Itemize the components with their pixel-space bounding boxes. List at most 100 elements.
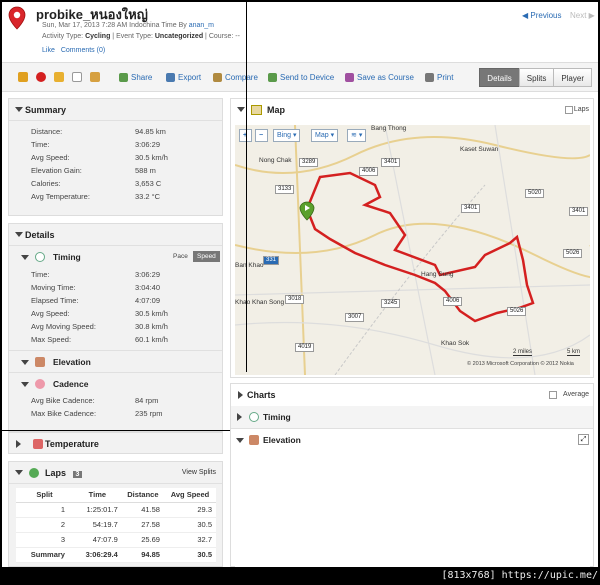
map-pin-icon bbox=[8, 6, 26, 30]
laps-checkbox[interactable] bbox=[565, 106, 573, 114]
average-checkbox[interactable] bbox=[549, 391, 557, 399]
summary-row: Avg Speed: 30.5 km/h bbox=[31, 153, 168, 162]
zoom-out-button[interactable]: − bbox=[255, 129, 268, 142]
expand-chart-icon[interactable]: ⤢ bbox=[578, 434, 589, 445]
toolbar: Share Export Compare Send to Device Save… bbox=[2, 62, 598, 92]
view-splits-link[interactable]: View Splits bbox=[182, 462, 216, 484]
route-map[interactable]: + − Bing ▾ Map ▾ ≋ ▾ Nong Chak Kaset Suw… bbox=[235, 125, 590, 375]
temperature-panel: Temperature bbox=[8, 432, 223, 454]
compare-icon bbox=[213, 73, 222, 82]
social-links: Like Comments (0) bbox=[42, 47, 111, 54]
activity-type-value[interactable]: Cycling bbox=[85, 33, 110, 40]
export-button[interactable]: Export bbox=[166, 73, 201, 82]
scale-miles: 2 miles bbox=[513, 349, 533, 356]
timing-row: Elapsed Time: 4:07:09 bbox=[31, 296, 161, 305]
collapse-icon bbox=[21, 255, 29, 260]
laps-icon bbox=[29, 468, 39, 478]
view-tabs: Details Splits Player bbox=[479, 68, 592, 87]
expand-icon bbox=[16, 440, 21, 448]
expand-icon bbox=[238, 391, 243, 399]
timing-subheader[interactable]: Timing Pace Speed bbox=[9, 246, 222, 268]
previous-link[interactable]: ◀ Previous bbox=[522, 11, 562, 20]
start-marker-icon[interactable] bbox=[299, 201, 315, 221]
map-icon bbox=[251, 105, 262, 115]
elevation-subheader[interactable]: Elevation bbox=[9, 350, 222, 372]
author-link[interactable]: anan_m bbox=[189, 22, 214, 29]
next-link[interactable]: Next ▶ bbox=[570, 11, 595, 20]
send-to-device-button[interactable]: Send to Device bbox=[268, 73, 334, 82]
summary-header[interactable]: Summary bbox=[9, 99, 222, 121]
map-copyright: © 2013 Microsoft Corporation © 2012 Noki… bbox=[467, 361, 574, 367]
edit-icon[interactable] bbox=[18, 72, 28, 82]
tab-details[interactable]: Details bbox=[479, 68, 520, 87]
clock-icon bbox=[35, 252, 45, 262]
lock-icon[interactable] bbox=[54, 72, 64, 82]
speed-toggle[interactable]: Speed bbox=[193, 251, 220, 262]
laps-header[interactable]: Laps 3 View Splits bbox=[9, 462, 222, 484]
collapse-icon bbox=[21, 382, 29, 387]
details-panel: Details Timing Pace Speed Time: 3:06:29 M… bbox=[8, 223, 223, 432]
thermometer-icon bbox=[33, 439, 43, 449]
scale-km: 5 km bbox=[567, 349, 581, 356]
laps-table: Split Time Distance Avg Speed 1 1:25:01.7… bbox=[16, 488, 216, 563]
cadence-subheader[interactable]: Cadence bbox=[9, 372, 222, 394]
device-icon bbox=[268, 73, 277, 82]
tab-player[interactable]: Player bbox=[553, 68, 592, 87]
elevation-chart-row[interactable]: Elevation ⤢ bbox=[231, 428, 593, 450]
summary-row: Avg Temperature: 33.2 °C bbox=[31, 192, 161, 201]
table-row[interactable]: 3 47:07.9 25.69 32.7 bbox=[16, 532, 216, 548]
expand-icon bbox=[237, 413, 242, 421]
like-link[interactable]: Like bbox=[42, 47, 55, 54]
cadence-row: Avg Bike Cadence: 84 rpm bbox=[31, 396, 159, 405]
course-icon bbox=[345, 73, 354, 82]
pace-toggle[interactable]: Pace bbox=[169, 251, 192, 262]
favorite-star-icon[interactable] bbox=[72, 72, 82, 82]
elevation-chart-area bbox=[235, 454, 590, 567]
overlay-line bbox=[2, 430, 230, 431]
table-row[interactable]: 2 54:19.7 27.58 30.5 bbox=[16, 517, 216, 533]
charts-header[interactable]: Charts Average bbox=[231, 384, 593, 406]
comments-link[interactable]: Comments (0) bbox=[61, 47, 105, 54]
people-icon[interactable] bbox=[90, 72, 100, 82]
elevation-icon bbox=[249, 435, 259, 445]
print-button[interactable]: Print bbox=[425, 73, 453, 82]
summary-row: Time: 3:06:29 bbox=[31, 140, 161, 149]
table-summary-row: Summary 3:06:29.4 94.85 30.5 bbox=[16, 547, 216, 563]
overlay-line bbox=[246, 2, 247, 372]
collapse-icon bbox=[236, 438, 244, 443]
timing-chart-row[interactable]: Timing bbox=[231, 406, 593, 428]
cadence-icon bbox=[35, 379, 45, 389]
collapse-icon bbox=[15, 107, 23, 112]
save-as-course-button[interactable]: Save as Course bbox=[345, 73, 414, 82]
collapse-icon bbox=[15, 470, 23, 475]
timing-row: Avg Moving Speed: 30.8 km/h bbox=[31, 322, 168, 331]
delete-icon[interactable] bbox=[36, 72, 46, 82]
layers-button[interactable]: ≋ ▾ bbox=[347, 129, 367, 142]
summary-panel: Summary Distance: 94.85 km Time: 3:06:29 A… bbox=[8, 98, 223, 216]
map-provider-select[interactable]: Bing ▾ bbox=[273, 129, 301, 142]
activity-page: probike_หนองใหญ่ Sun, Mar 17, 2013 7:28 … bbox=[2, 2, 598, 567]
timing-row: Moving Time: 3:04:40 bbox=[31, 283, 161, 292]
event-type-value[interactable]: Uncategorized bbox=[155, 33, 203, 40]
collapse-icon bbox=[15, 232, 23, 237]
map-panel: Map Laps + − Bing ▾ Map ▾ ≋ ▾ Nong Ch bbox=[230, 98, 594, 378]
share-button[interactable]: Share bbox=[119, 73, 152, 82]
timing-row: Time: 3:06:29 bbox=[31, 270, 161, 279]
timing-row: Avg Speed: 30.5 km/h bbox=[31, 309, 168, 318]
collapse-icon bbox=[21, 360, 29, 365]
map-header[interactable]: Map Laps bbox=[231, 99, 593, 121]
export-icon bbox=[166, 73, 175, 82]
tab-splits[interactable]: Splits bbox=[518, 68, 555, 87]
activity-type-line: Activity Type: Cycling | Event Type: Unc… bbox=[42, 33, 240, 40]
charts-panel: Charts Average Timing Elevation ⤢ bbox=[230, 383, 594, 567]
compare-button[interactable]: Compare bbox=[213, 73, 258, 82]
cadence-row: Max Bike Cadence: 235 rpm bbox=[31, 409, 163, 418]
laps-count-badge: 3 bbox=[72, 471, 83, 478]
table-row[interactable]: 1 1:25:01.7 41.58 29.3 bbox=[16, 502, 216, 518]
map-type-select[interactable]: Map ▾ bbox=[311, 129, 339, 142]
details-header[interactable]: Details bbox=[9, 224, 222, 246]
image-host-badge: [813x768] https://upic.me/ bbox=[441, 570, 598, 581]
print-icon bbox=[425, 73, 434, 82]
clock-icon bbox=[249, 412, 259, 422]
temperature-header[interactable]: Temperature bbox=[9, 433, 222, 455]
